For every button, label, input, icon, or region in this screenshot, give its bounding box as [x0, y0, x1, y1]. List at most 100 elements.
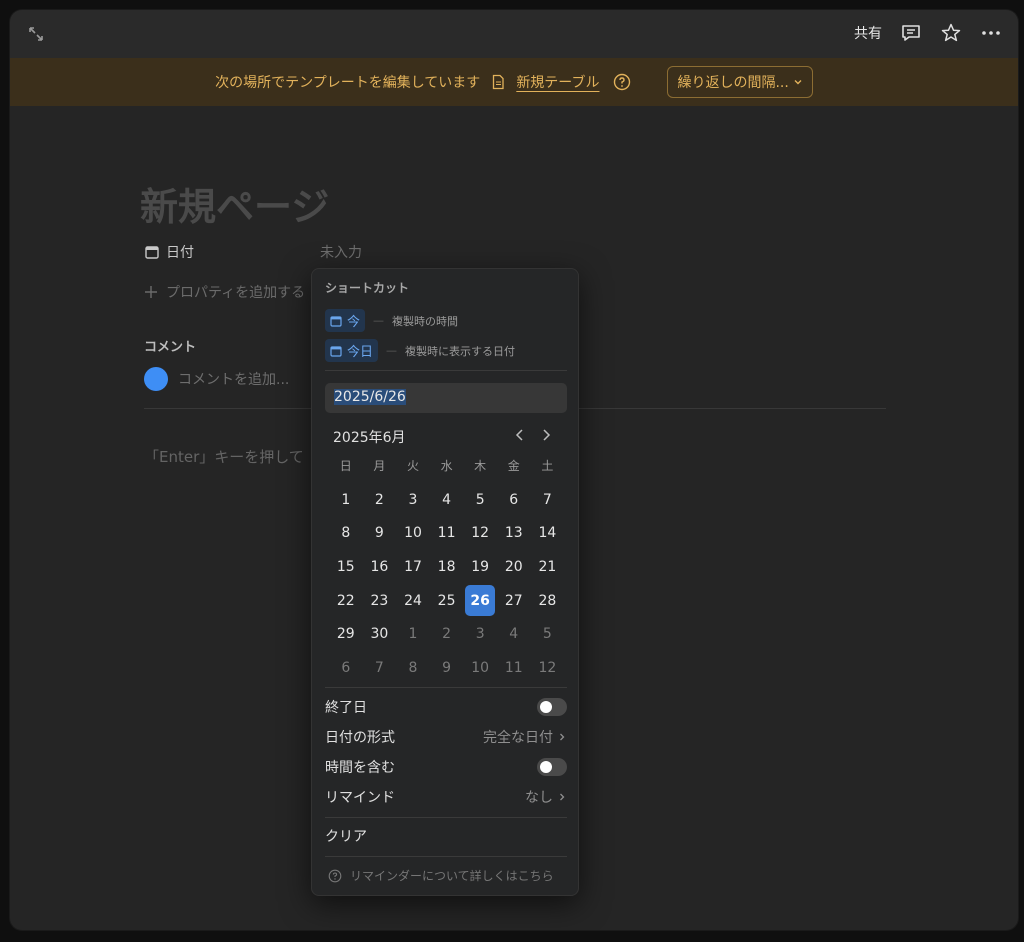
template-banner: 次の場所でテンプレートを編集しています 新規テーブル 繰り返しの間隔...	[10, 58, 1018, 106]
calendar-day[interactable]: 30	[363, 617, 397, 651]
date-property-row: 日付 未入力	[144, 242, 362, 262]
date-property-label: 日付	[166, 245, 194, 261]
calendar-day[interactable]: 27	[497, 584, 531, 618]
comment-icon[interactable]	[900, 22, 922, 44]
calendar-day[interactable]: 19	[463, 550, 497, 584]
more-icon[interactable]	[980, 22, 1002, 44]
shortcut-description: 複製時に表示する日付	[405, 344, 516, 358]
shortcut-chip: 今	[325, 309, 366, 332]
clear-label: クリア	[325, 829, 367, 845]
calendar-day[interactable]: 16	[363, 550, 397, 584]
calendar-day[interactable]: 20	[497, 550, 531, 584]
expand-icon[interactable]	[26, 24, 46, 44]
date-property-name[interactable]: 日付	[144, 242, 320, 262]
date-input[interactable]: 2025/6/26	[325, 383, 567, 413]
weekday-label: 土	[541, 459, 554, 473]
date-picker-popup: ショートカット 今 — 複製時の時間 今日 — 複製時に表示する日付 2025/…	[311, 268, 579, 896]
plus-icon	[145, 286, 157, 298]
shortcut-chip: 今日	[325, 339, 379, 362]
calendar-day[interactable]: 28	[531, 584, 565, 618]
calendar-day[interactable]: 9	[363, 517, 397, 551]
calendar-icon	[145, 246, 159, 259]
weekday-header: 日月火水木金土	[329, 457, 564, 474]
calendar-day[interactable]: 3	[396, 483, 430, 517]
calendar-day[interactable]: 24	[396, 584, 430, 618]
calendar-day[interactable]: 11	[497, 651, 531, 685]
date-format-value: 完全な日付	[483, 730, 553, 746]
calendar-day[interactable]: 5	[531, 617, 565, 651]
share-button[interactable]: 共有	[854, 23, 882, 43]
weekday-label: 日	[339, 459, 352, 473]
end-date-toggle[interactable]	[537, 698, 567, 716]
include-time-toggle[interactable]	[537, 758, 567, 776]
weekday-label: 火	[406, 459, 419, 473]
popup-divider	[325, 856, 567, 857]
remind-row[interactable]: リマインド なし	[325, 787, 567, 807]
top-bar: 共有	[10, 10, 1018, 58]
calendar-day[interactable]: 18	[430, 550, 464, 584]
repeat-interval-label: 繰り返しの間隔...	[677, 75, 789, 91]
calendar-day[interactable]: 10	[463, 651, 497, 685]
page-title[interactable]: 新規ページ	[140, 176, 329, 231]
calendar-day[interactable]: 14	[531, 517, 565, 551]
calendar-day[interactable]: 17	[396, 550, 430, 584]
calendar-day[interactable]: 5	[463, 483, 497, 517]
calendar-day[interactable]: 21	[531, 550, 565, 584]
comment-input-row[interactable]: コメントを追加...	[144, 367, 289, 391]
star-icon[interactable]	[940, 22, 962, 44]
calendar-day[interactable]: 25	[430, 584, 464, 618]
calendar-day[interactable]: 3	[463, 617, 497, 651]
calendar-day[interactable]: 13	[497, 517, 531, 551]
calendar-day[interactable]: 4	[430, 483, 464, 517]
shortcut-now[interactable]: 今 — 複製時の時間	[325, 309, 458, 332]
calendar-day[interactable]: 8	[396, 651, 430, 685]
top-actions: 共有	[854, 22, 1002, 44]
calendar-day[interactable]: 29	[329, 617, 363, 651]
calendar-day[interactable]: 26	[465, 584, 495, 617]
shortcut-today[interactable]: 今日 — 複製時に表示する日付	[325, 339, 515, 362]
popup-divider	[325, 817, 567, 818]
date-property-value[interactable]: 未入力	[320, 242, 362, 262]
calendar-day[interactable]: 15	[329, 550, 363, 584]
banner-text: 次の場所でテンプレートを編集しています	[215, 75, 481, 91]
body-placeholder[interactable]: 「Enter」キーを押して	[144, 446, 304, 467]
calendar-day[interactable]: 10	[396, 517, 430, 551]
comment-input[interactable]: コメントを追加...	[178, 369, 289, 389]
comments-heading: コメント	[144, 340, 197, 355]
chevron-down-icon	[794, 80, 802, 85]
remind-value-wrap: なし	[525, 787, 567, 807]
template-source-link[interactable]: 新規テーブル	[516, 72, 599, 92]
end-date-row[interactable]: 終了日	[325, 697, 567, 717]
calendar-day[interactable]: 2	[363, 483, 397, 517]
chevron-left-icon[interactable]	[512, 427, 528, 443]
date-format-value-wrap: 完全な日付	[483, 727, 567, 747]
repeat-interval-button[interactable]: 繰り返しの間隔...	[667, 66, 813, 98]
calendar-day[interactable]: 1	[329, 483, 363, 517]
calendar-day[interactable]: 12	[463, 517, 497, 551]
date-format-row[interactable]: 日付の形式 完全な日付	[325, 727, 567, 747]
calendar-day[interactable]: 7	[531, 483, 565, 517]
include-time-label: 時間を含む	[325, 760, 395, 776]
clear-button[interactable]: クリア	[325, 826, 567, 846]
calendar-day[interactable]: 12	[531, 651, 565, 685]
calendar-day[interactable]: 6	[497, 483, 531, 517]
calendar-icon	[330, 345, 342, 357]
calendar-day[interactable]: 22	[329, 584, 363, 618]
calendar-day[interactable]: 8	[329, 517, 363, 551]
calendar-day[interactable]: 2	[430, 617, 464, 651]
help-icon[interactable]	[613, 73, 631, 91]
include-time-row[interactable]: 時間を含む	[325, 757, 567, 777]
add-property-button[interactable]: プロパティを追加する	[144, 282, 305, 302]
calendar-day[interactable]: 4	[497, 617, 531, 651]
calendar-day[interactable]: 6	[329, 651, 363, 685]
shortcut-chip-label: 今日	[347, 345, 374, 360]
calendar-day[interactable]: 1	[396, 617, 430, 651]
reminder-help-link[interactable]: リマインダーについて詳しくはこちら	[328, 867, 554, 884]
calendar-day[interactable]: 9	[430, 651, 464, 685]
calendar-day[interactable]: 11	[430, 517, 464, 551]
chevron-right-icon[interactable]	[538, 427, 554, 443]
chevron-right-icon	[560, 733, 565, 741]
weekday-label: 木	[474, 459, 487, 473]
calendar-day[interactable]: 23	[363, 584, 397, 618]
calendar-day[interactable]: 7	[363, 651, 397, 685]
